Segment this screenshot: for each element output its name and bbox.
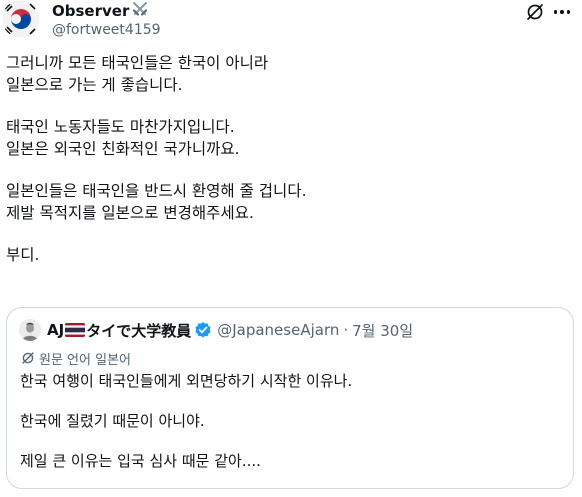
quoted-line: 한국에 질렸기 때문이 아니야. — [20, 412, 205, 430]
quoted-name-suffix[interactable]: タイで大学教員 — [86, 320, 191, 341]
author-handle[interactable]: @fortweet4159 — [52, 21, 161, 39]
quoted-name-prefix[interactable]: AJ — [47, 321, 64, 339]
author-display-name[interactable]: Observer — [52, 2, 129, 20]
separator-dot: · — [343, 321, 349, 339]
more-icon[interactable] — [550, 4, 574, 20]
quoted-handle[interactable]: @JapaneseAjarn — [217, 321, 339, 339]
tweet-line: 일본은 외국인 친화적인 국가니까요. — [6, 140, 240, 158]
tweet-line: 일본으로 가는 게 좋습니다. — [6, 76, 183, 94]
tweet-line: 부디. — [6, 246, 40, 264]
tweet-line: 제발 목적지를 일본으로 변경해주세요. — [6, 204, 254, 222]
quoted-line: 한국 여행이 태국인들에게 외면당하기 시작한 이유나. — [20, 372, 353, 390]
translation-note: 원문 언어 일본어 — [21, 349, 131, 368]
tweet-line: 일본인들은 태국인을 반드시 환영해 줄 겁니다. — [6, 182, 307, 200]
quoted-tweet[interactable]: AJ タイで大学教員 @JapaneseAjarn · 7월 30일 원문 언어… — [6, 307, 574, 489]
translation-label: 원문 언어 일본어 — [39, 352, 131, 368]
tweet-text: 그러니까 모든 태국인들은 한국이 아니라 일본으로 가는 게 좋습니다. 태국… — [6, 52, 566, 266]
tweet-line: 그러니까 모든 태국인들은 한국이 아니라 — [6, 54, 269, 72]
quoted-author-avatar[interactable] — [19, 319, 41, 341]
tweet-line: 태국인 노동자들도 마찬가지입니다. — [6, 118, 235, 136]
author-name-row[interactable]: Observer — [52, 1, 149, 21]
crossed-swords-icon — [131, 0, 149, 22]
quoted-header: AJ タイで大学教員 @JapaneseAjarn · 7월 30일 — [47, 320, 413, 340]
translate-small-icon — [22, 352, 34, 364]
thailand-flag-icon — [65, 323, 86, 337]
quoted-date[interactable]: 7월 30일 — [352, 320, 413, 341]
verified-badge-icon — [194, 321, 212, 339]
quoted-line: 제일 큰 이유는 입국 심사 때문 같아.... — [20, 452, 261, 470]
quoted-text: 한국 여행이 태국인들에게 외면당하기 시작한 이유나. 한국에 질렸기 때문이… — [20, 370, 352, 472]
tweet-header: Observer @fortweet4159 — [0, 0, 582, 44]
author-avatar[interactable] — [2, 0, 40, 38]
translate-icon[interactable] — [525, 2, 545, 22]
